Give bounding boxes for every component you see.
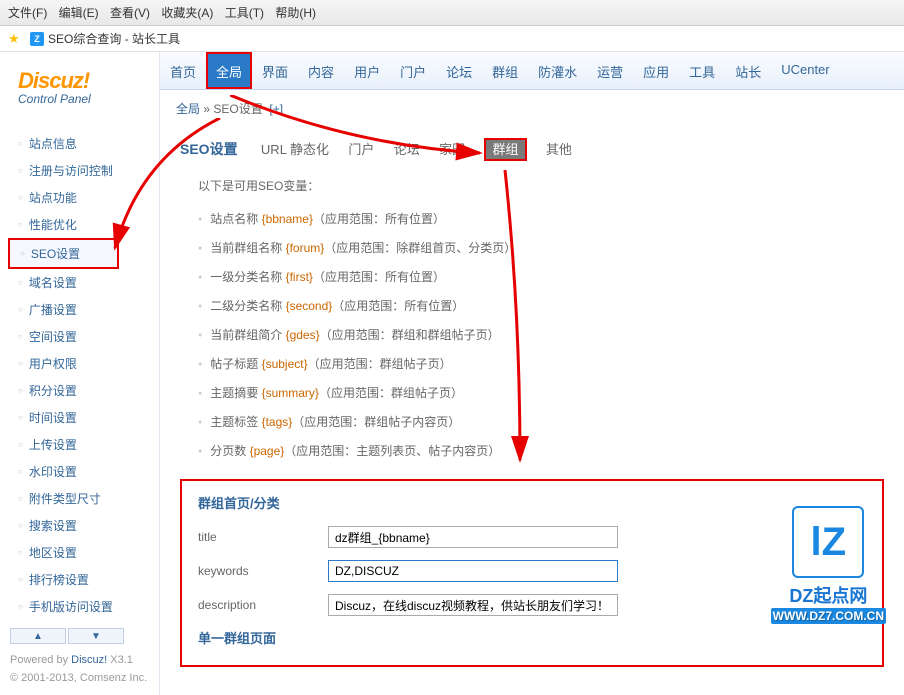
nav-antispam[interactable]: 防灌水 <box>528 52 587 89</box>
var-bbname: 站点名称 {bbname}（应用范围：所有位置） <box>198 204 884 233</box>
sidebar-item-upload[interactable]: 上传设置 <box>18 431 159 458</box>
nav-user[interactable]: 用户 <box>344 52 390 89</box>
var-tags: 主题标签 {tags}（应用范围：群组帖子内容页） <box>198 407 884 436</box>
watermark-logo-icon: lZ <box>792 506 864 578</box>
menu-view[interactable]: 查看(V) <box>110 6 150 20</box>
nav-webmaster[interactable]: 站长 <box>725 52 771 89</box>
nav-group[interactable]: 群组 <box>482 52 528 89</box>
nav-operation[interactable]: 运营 <box>587 52 633 89</box>
menu-tools[interactable]: 工具(T) <box>225 6 264 20</box>
sidebar-item-space[interactable]: 空间设置 <box>18 323 159 350</box>
subnav-home[interactable]: 家园 <box>439 142 465 157</box>
sub-nav: SEO设置 URL 静态化 门户 论坛 家园 群组 其他 <box>180 135 884 171</box>
bookmark-bar: Z SEO综合查询 - 站长工具 <box>0 26 904 52</box>
sidebar-item-mobile[interactable]: 手机版访问设置 <box>18 593 159 620</box>
menu-edit[interactable]: 编辑(E) <box>59 6 99 20</box>
label-description: description <box>198 598 328 612</box>
sidebar-item-domain[interactable]: 域名设置 <box>18 269 159 296</box>
nav-portal[interactable]: 门户 <box>390 52 436 89</box>
sidebar-item-sitefunc[interactable]: 站点功能 <box>18 184 159 211</box>
nav-home[interactable]: 首页 <box>160 52 206 89</box>
menu-file[interactable]: 文件(F) <box>8 6 47 20</box>
favorites-star-icon[interactable] <box>8 31 24 47</box>
site-icon: Z <box>30 32 44 46</box>
browser-menu-bar: 文件(F) 编辑(E) 查看(V) 收藏夹(A) 工具(T) 帮助(H) <box>0 0 904 26</box>
sidebar-item-register[interactable]: 注册与访问控制 <box>18 157 159 184</box>
discuz-link[interactable]: Discuz! <box>71 654 107 666</box>
subnav-title: SEO设置 <box>180 141 238 157</box>
sidebar-item-siteinfo[interactable]: 站点信息 <box>18 130 159 157</box>
logo-subtitle: Control Panel <box>18 92 159 106</box>
var-summary: 主题摘要 {summary}（应用范围：群组帖子页） <box>198 378 884 407</box>
subnav-urlstatic[interactable]: URL 静态化 <box>261 142 329 157</box>
menu-favorites[interactable]: 收藏夹(A) <box>161 6 213 20</box>
variable-list: 站点名称 {bbname}（应用范围：所有位置） 当前群组名称 {forum}（… <box>198 204 884 465</box>
input-description[interactable] <box>328 594 618 616</box>
watermark-url: WWW.DZ7.COM.CN <box>771 608 886 624</box>
label-keywords: keywords <box>198 564 328 578</box>
sidebar-item-rank[interactable]: 排行榜设置 <box>18 566 159 593</box>
subnav-other[interactable]: 其他 <box>546 142 572 157</box>
var-gdes: 当前群组简介 {gdes}（应用范围：群组和群组帖子页） <box>198 320 884 349</box>
sidebar-item-region[interactable]: 地区设置 <box>18 539 159 566</box>
input-keywords[interactable] <box>328 560 618 582</box>
collapse-down-button[interactable]: ▼ <box>68 628 124 644</box>
breadcrumb: 全局 » SEO设置 [+] <box>160 90 904 127</box>
sidebar-item-time[interactable]: 时间设置 <box>18 404 159 431</box>
subnav-group[interactable]: 群组 <box>484 138 526 161</box>
logo: Discuz! <box>18 68 159 94</box>
intro-text: 以下是可用SEO变量： <box>198 177 884 194</box>
footer: Powered by Discuz! X3.1 © 2001-2013, Com… <box>10 652 159 687</box>
var-second: 二级分类名称 {second}（应用范围：所有位置） <box>198 291 884 320</box>
subnav-forum[interactable]: 论坛 <box>394 142 420 157</box>
sidebar-item-userperm[interactable]: 用户权限 <box>18 350 159 377</box>
watermark: lZ DZ起点网 WWW.DZ7.COM.CN <box>771 506 886 624</box>
nav-ucenter[interactable]: UCenter <box>771 52 839 89</box>
sidebar-item-broadcast[interactable]: 广播设置 <box>18 296 159 323</box>
sidebar-item-credits[interactable]: 积分设置 <box>18 377 159 404</box>
sidebar: Discuz! Control Panel 站点信息 注册与访问控制 站点功能 … <box>0 52 160 695</box>
nav-interface[interactable]: 界面 <box>252 52 298 89</box>
menu-help[interactable]: 帮助(H) <box>275 6 316 20</box>
nav-tools[interactable]: 工具 <box>679 52 725 89</box>
nav-app[interactable]: 应用 <box>633 52 679 89</box>
breadcrumb-global[interactable]: 全局 <box>176 102 200 116</box>
top-nav: 首页 全局 界面 内容 用户 门户 论坛 群组 防灌水 运营 应用 工具 站长 … <box>160 52 904 90</box>
sidebar-item-seo[interactable]: SEO设置 <box>8 238 119 269</box>
nav-content[interactable]: 内容 <box>298 52 344 89</box>
var-subject: 帖子标题 {subject}（应用范围：群组帖子页） <box>198 349 884 378</box>
sidebar-menu: 站点信息 注册与访问控制 站点功能 性能优化 SEO设置 域名设置 广播设置 空… <box>18 130 159 620</box>
collapse-up-button[interactable]: ▲ <box>10 628 66 644</box>
sidebar-item-watermark[interactable]: 水印设置 <box>18 458 159 485</box>
breadcrumb-plus[interactable]: [+] <box>269 102 283 116</box>
sidebar-item-search[interactable]: 搜索设置 <box>18 512 159 539</box>
var-page: 分页数 {page}（应用范围：主题列表页、帖子内容页） <box>198 436 884 465</box>
var-first: 一级分类名称 {first}（应用范围：所有位置） <box>198 262 884 291</box>
form-section1-title: 群组首页/分类 <box>198 493 866 512</box>
sidebar-item-performance[interactable]: 性能优化 <box>18 211 159 238</box>
subnav-portal[interactable]: 门户 <box>348 142 374 157</box>
form-section2-title: 单一群组页面 <box>198 628 866 647</box>
watermark-title: DZ起点网 <box>771 582 886 608</box>
nav-forum[interactable]: 论坛 <box>436 52 482 89</box>
input-title[interactable] <box>328 526 618 548</box>
bookmark-title[interactable]: SEO综合查询 - 站长工具 <box>48 30 180 47</box>
nav-global[interactable]: 全局 <box>206 52 252 89</box>
var-forum: 当前群组名称 {forum}（应用范围：除群组首页、分类页） <box>198 233 884 262</box>
sidebar-item-attachment[interactable]: 附件类型尺寸 <box>18 485 159 512</box>
breadcrumb-seo: SEO设置 <box>213 102 262 116</box>
label-title: title <box>198 530 328 544</box>
